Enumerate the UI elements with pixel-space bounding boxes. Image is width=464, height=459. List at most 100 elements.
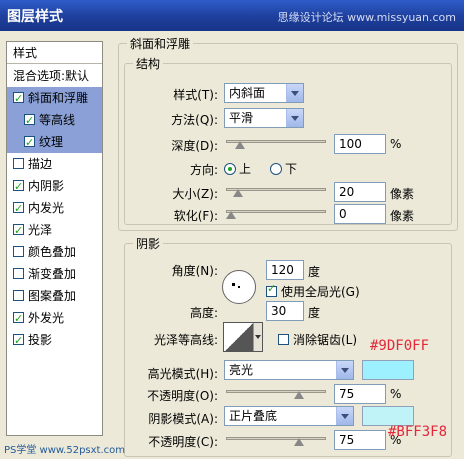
- sidebar-item[interactable]: 混合选项:默认: [7, 65, 102, 87]
- depth-input[interactable]: 100: [334, 134, 386, 154]
- highlight-hex-annotation: #9DF0FF: [370, 338, 430, 354]
- altitude-input[interactable]: 30: [266, 301, 304, 321]
- soften-label: 软化(F):: [173, 209, 218, 223]
- gloss-contour-picker[interactable]: [223, 322, 263, 352]
- checkbox-icon[interactable]: [24, 132, 35, 154]
- shadow-opacity-input[interactable]: 75: [334, 430, 386, 450]
- sidebar-item[interactable]: 描边: [7, 153, 102, 175]
- method-select[interactable]: 平滑: [224, 108, 304, 128]
- highlight-mode-value: 亮光: [229, 363, 254, 377]
- sidebar-item-label: 渐变叠加: [28, 267, 77, 281]
- sidebar-item[interactable]: 内发光: [7, 197, 102, 220]
- sidebar-item-label: 图案叠加: [28, 289, 77, 303]
- sidebar-item[interactable]: 斜面和浮雕: [7, 87, 102, 110]
- soften-input[interactable]: 0: [334, 204, 386, 224]
- bevel-title: 斜面和浮雕: [130, 37, 191, 51]
- shadow-mode-value: 正片叠底: [229, 409, 278, 423]
- direction-down-radio[interactable]: 下: [270, 160, 297, 177]
- sidebar-item[interactable]: 光泽: [7, 219, 102, 242]
- highlight-opacity-input[interactable]: 75: [334, 384, 386, 404]
- sidebar-item[interactable]: 等高线: [7, 109, 102, 132]
- antialias-label: 消除锯齿(L): [293, 333, 358, 347]
- gloss-contour-label: 光泽等高线:: [153, 333, 218, 347]
- contour-curve-icon: [224, 323, 254, 351]
- shadow-mode-label: 阴影模式(A):: [148, 412, 218, 426]
- style-label: 样式(T):: [173, 88, 218, 102]
- antialias-checkbox[interactable]: 消除锯齿(L): [278, 331, 357, 348]
- shadow-mode-select[interactable]: 正片叠底: [224, 406, 354, 426]
- sidebar-item-label: 外发光: [28, 311, 65, 325]
- soften-slider[interactable]: [226, 207, 326, 219]
- highlight-mode-select[interactable]: 亮光: [224, 360, 354, 380]
- direction-label: 方向:: [189, 163, 218, 177]
- sidebar-item[interactable]: 内阴影: [7, 175, 102, 198]
- angle-label: 角度(N):: [171, 264, 218, 278]
- styles-list: 样式 混合选项:默认斜面和浮雕等高线纹理描边内阴影内发光光泽颜色叠加渐变叠加图案…: [6, 41, 103, 436]
- title-bar: 图层样式 思缘设计论坛 www.missyuan.com: [0, 0, 464, 31]
- sidebar-item[interactable]: 颜色叠加: [7, 241, 102, 263]
- checkbox-icon[interactable]: [13, 330, 24, 352]
- checkbox-icon[interactable]: [13, 246, 24, 257]
- checkbox-icon[interactable]: [13, 290, 24, 301]
- angle-input[interactable]: 120: [266, 260, 304, 280]
- shadow-opacity-slider[interactable]: [226, 434, 326, 446]
- angle-dial[interactable]: [222, 270, 256, 304]
- checkbox-icon[interactable]: [278, 334, 289, 345]
- sidebar-item[interactable]: 渐变叠加: [7, 263, 102, 285]
- checkbox-icon[interactable]: [13, 88, 24, 110]
- checkbox-icon[interactable]: [24, 110, 35, 132]
- radio-icon[interactable]: [270, 163, 282, 175]
- size-slider[interactable]: [226, 185, 326, 197]
- slider-thumb: [235, 141, 245, 149]
- radio-icon[interactable]: [224, 163, 236, 175]
- checkbox-icon[interactable]: [13, 198, 24, 220]
- highlight-opacity-slider[interactable]: [226, 387, 326, 399]
- sidebar-item[interactable]: 纹理: [7, 131, 102, 154]
- slider-thumb: [293, 391, 304, 399]
- sidebar-item-label: 内发光: [28, 201, 65, 215]
- styles-list-header: 样式: [7, 42, 102, 64]
- slider-thumb: [233, 189, 244, 197]
- sidebar-item-label: 等高线: [39, 113, 76, 127]
- dialog-body: 样式 混合选项:默认斜面和浮雕等高线纹理描边内阴影内发光光泽颜色叠加渐变叠加图案…: [0, 31, 464, 459]
- chevron-down-icon[interactable]: [286, 109, 303, 127]
- chevron-down-icon[interactable]: [286, 84, 303, 102]
- size-label: 大小(Z):: [172, 187, 218, 201]
- checkbox-icon[interactable]: [13, 308, 24, 330]
- sidebar-item-label: 光泽: [28, 223, 53, 237]
- sidebar-item[interactable]: 外发光: [7, 307, 102, 330]
- method-label: 方法(Q):: [171, 113, 218, 127]
- sidebar-item-label: 纹理: [39, 135, 64, 149]
- global-light-checkbox[interactable]: 使用全局光(G): [266, 282, 360, 300]
- style-select[interactable]: 内斜面: [224, 83, 304, 103]
- sidebar-item-label: 内阴影: [28, 179, 65, 193]
- highlight-color-swatch[interactable]: [362, 360, 414, 380]
- chevron-down-icon[interactable]: [336, 407, 353, 425]
- checkbox-icon[interactable]: [266, 282, 277, 297]
- chevron-down-icon[interactable]: [336, 361, 353, 379]
- direction-up-label: 上: [239, 162, 252, 176]
- angle-unit: 度: [308, 265, 321, 279]
- direction-up-radio[interactable]: 上: [224, 160, 251, 177]
- chevron-down-icon[interactable]: [253, 323, 262, 351]
- window-title: 图层样式: [7, 9, 63, 25]
- sidebar-item[interactable]: 投影: [7, 329, 102, 352]
- shading-title: 阴影: [136, 237, 161, 251]
- checkbox-icon[interactable]: [13, 176, 24, 198]
- shadow-opacity-label: 不透明度(C):: [148, 435, 218, 449]
- style-select-value: 内斜面: [229, 86, 266, 100]
- sidebar-item-label: 描边: [28, 157, 53, 171]
- sidebar-item-label: 混合选项:默认: [13, 69, 90, 83]
- shadow-hex-annotation: #BFF3F8: [388, 424, 448, 440]
- settings-panel: 斜面和浮雕 结构 样式(T): 内斜面 方法(Q): 平滑 深度(D): 100…: [112, 31, 464, 459]
- method-select-value: 平滑: [229, 111, 254, 125]
- checkbox-icon[interactable]: [13, 158, 24, 169]
- shadow-color-swatch[interactable]: [362, 406, 414, 426]
- checkbox-icon[interactable]: [13, 268, 24, 279]
- slider-thumb: [293, 438, 304, 446]
- depth-slider[interactable]: [226, 137, 326, 149]
- size-unit: 像素: [390, 187, 415, 201]
- size-input[interactable]: 20: [334, 182, 386, 202]
- sidebar-item[interactable]: 图案叠加: [7, 285, 102, 307]
- checkbox-icon[interactable]: [13, 220, 24, 242]
